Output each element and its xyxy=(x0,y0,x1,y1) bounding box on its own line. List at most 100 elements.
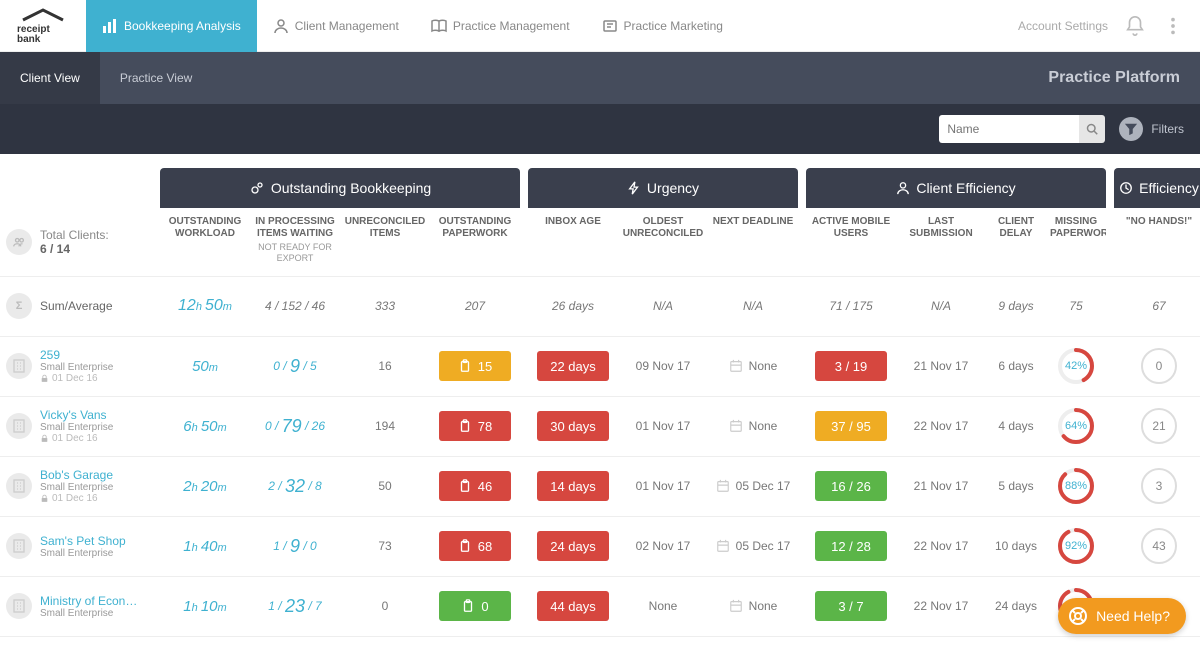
missing-paperwork-donut: 42% xyxy=(1056,346,1096,386)
top-nav: receiptbank Bookkeeping Analysis Client … xyxy=(0,0,1200,52)
sum-paperwork: 207 xyxy=(430,277,520,337)
lock-icon xyxy=(40,494,49,503)
sub-nav: Client View Practice View Practice Platf… xyxy=(0,52,1200,104)
cell-inbox-age[interactable]: 22 days xyxy=(528,337,618,397)
kebab-menu-icon[interactable] xyxy=(1162,15,1184,37)
cell-inbox-age[interactable]: 30 days xyxy=(528,397,618,457)
cell-submission: 21 Nov 17 xyxy=(896,457,986,517)
cell-unreconciled: 73 xyxy=(340,517,430,577)
client-row-left[interactable]: Sam's Pet Shop Small Enterprise xyxy=(0,517,160,577)
client-name[interactable]: Ministry of Econ… xyxy=(40,594,137,608)
clipboard-icon xyxy=(458,359,472,373)
book-icon xyxy=(431,18,447,34)
col-processing[interactable]: IN PROCESSING ITEMS WAITINGNOT READY FOR… xyxy=(250,208,340,277)
building-icon xyxy=(11,358,27,374)
cell-mobile-users[interactable]: 3 / 7 xyxy=(806,577,896,637)
cell-unreconciled: 50 xyxy=(340,457,430,517)
client-name[interactable]: Vicky's Vans xyxy=(40,408,113,422)
bolt-icon xyxy=(627,181,641,195)
client-row-left[interactable]: 259 Small Enterprise 01 Dec 16 xyxy=(0,337,160,397)
help-button[interactable]: Need Help? xyxy=(1058,598,1186,634)
search-input[interactable] xyxy=(939,115,1079,143)
sum-deadline: N/A xyxy=(708,277,798,337)
col-unreconciled[interactable]: UNRECONCILED ITEMS xyxy=(340,208,430,277)
cell-processing: 0 / 9 / 5 xyxy=(250,337,340,397)
col-missing[interactable]: MISSING PAPERWORK xyxy=(1046,208,1106,277)
cell-paperwork[interactable]: 78 xyxy=(430,397,520,457)
cell-deadline: 05 Dec 17 xyxy=(708,457,798,517)
cell-inbox-age[interactable]: 44 days xyxy=(528,577,618,637)
cell-paperwork[interactable]: 46 xyxy=(430,457,520,517)
client-row-left[interactable]: Ministry of Econ… Small Enterprise xyxy=(0,577,160,637)
client-name[interactable]: Bob's Garage xyxy=(40,468,113,482)
building-icon-wrap xyxy=(6,413,32,439)
bar-chart-icon xyxy=(102,18,118,34)
cell-deadline: None xyxy=(708,577,798,637)
nav-label: Bookkeeping Analysis xyxy=(124,19,241,33)
building-icon-wrap xyxy=(6,533,32,559)
cell-mobile-users[interactable]: 37 / 95 xyxy=(806,397,896,457)
cell-mobile-users[interactable]: 3 / 19 xyxy=(806,337,896,397)
client-date: 01 Dec 16 xyxy=(40,373,113,384)
nav-practice-management[interactable]: Practice Management xyxy=(415,0,586,52)
cell-paperwork[interactable]: 0 xyxy=(430,577,520,637)
nav-client-management[interactable]: Client Management xyxy=(257,0,415,52)
cell-missing: 64% xyxy=(1046,397,1106,457)
cell-submission: 22 Nov 17 xyxy=(896,517,986,577)
cell-paperwork[interactable]: 15 xyxy=(430,337,520,397)
col-submission[interactable]: LAST SUBMISSION xyxy=(896,208,986,277)
cell-processing: 1 / 9 / 0 xyxy=(250,517,340,577)
account-settings-link[interactable]: Account Settings xyxy=(1018,19,1108,33)
cell-unreconciled: 194 xyxy=(340,397,430,457)
nav-bookkeeping-analysis[interactable]: Bookkeeping Analysis xyxy=(86,0,257,52)
search-button[interactable] xyxy=(1079,115,1105,143)
cell-oldest: 09 Nov 17 xyxy=(618,337,708,397)
tab-client-view[interactable]: Client View xyxy=(0,52,100,104)
col-paperwork[interactable]: OUTSTANDING PAPERWORK xyxy=(430,208,520,277)
group-header-bookkeeping: Outstanding Bookkeeping xyxy=(160,168,520,208)
cell-delay: 24 days xyxy=(986,577,1046,637)
calendar-icon xyxy=(729,419,743,433)
filters-button[interactable]: Filters xyxy=(1119,117,1184,141)
client-name[interactable]: 259 xyxy=(40,348,113,362)
col-delay[interactable]: CLIENT DELAY xyxy=(986,208,1046,277)
client-row-left[interactable]: Bob's Garage Small Enterprise 01 Dec 16 xyxy=(0,457,160,517)
cell-submission: 21 Nov 17 xyxy=(896,337,986,397)
col-oldest[interactable]: OLDEST UNRECONCILED xyxy=(618,208,708,277)
nav-label: Practice Marketing xyxy=(624,19,723,33)
data-grid: Outstanding Bookkeeping Urgency Client E… xyxy=(0,154,1200,637)
cell-mobile-users[interactable]: 16 / 26 xyxy=(806,457,896,517)
gears-icon xyxy=(249,180,265,196)
nav-label: Practice Management xyxy=(453,19,570,33)
col-deadline[interactable]: NEXT DEADLINE xyxy=(708,208,798,277)
cell-paperwork[interactable]: 68 xyxy=(430,517,520,577)
client-subtype: Small Enterprise xyxy=(40,362,113,373)
cell-oldest: 02 Nov 17 xyxy=(618,517,708,577)
bell-icon[interactable] xyxy=(1124,15,1146,37)
nav-practice-marketing[interactable]: Practice Marketing xyxy=(586,0,739,52)
sum-inbox: 26 days xyxy=(528,277,618,337)
cell-efficiency: 43 xyxy=(1114,517,1200,577)
lock-icon xyxy=(40,374,49,383)
cell-mobile-users[interactable]: 12 / 28 xyxy=(806,517,896,577)
col-workload[interactable]: OUTSTANDING WORKLOAD xyxy=(160,208,250,277)
client-name[interactable]: Sam's Pet Shop xyxy=(40,534,126,548)
client-row-left[interactable]: Vicky's Vans Small Enterprise 01 Dec 16 xyxy=(0,397,160,457)
cell-inbox-age[interactable]: 14 days xyxy=(528,457,618,517)
cell-inbox-age[interactable]: 24 days xyxy=(528,517,618,577)
cell-unreconciled: 16 xyxy=(340,337,430,397)
col-nohands[interactable]: "NO HANDS!" xyxy=(1114,208,1200,277)
building-icon xyxy=(11,478,27,494)
sum-delay: 9 days xyxy=(986,277,1046,337)
users-icon xyxy=(6,229,32,255)
sum-unrec: 333 xyxy=(340,277,430,337)
col-mobile[interactable]: ACTIVE MOBILE USERS xyxy=(806,208,896,277)
cell-workload: 2h 20m xyxy=(160,457,250,517)
cell-efficiency: 0 xyxy=(1114,337,1200,397)
tab-practice-view[interactable]: Practice View xyxy=(100,52,212,104)
building-icon-wrap xyxy=(6,593,32,619)
building-icon xyxy=(11,538,27,554)
calendar-icon xyxy=(729,599,743,613)
cell-delay: 10 days xyxy=(986,517,1046,577)
col-inbox-age[interactable]: INBOX AGE xyxy=(528,208,618,277)
